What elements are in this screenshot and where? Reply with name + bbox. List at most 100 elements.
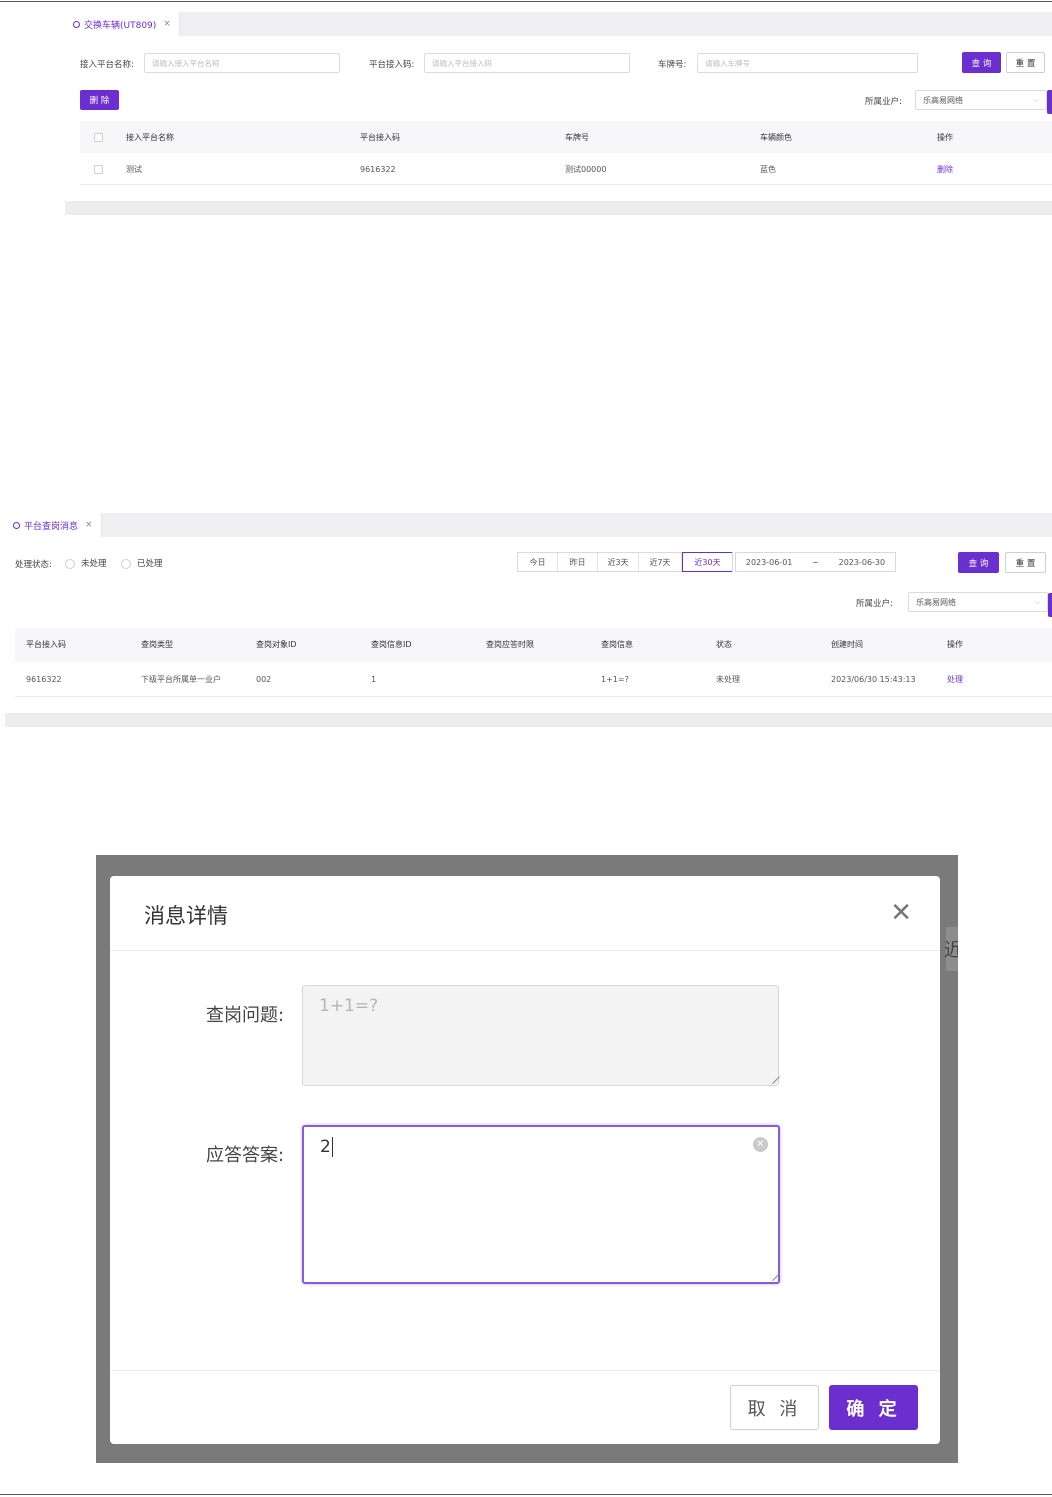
page-bottom-rule: [0, 1494, 1052, 1495]
date-range-tabs: 今日 昨日 近3天 近7天 近30天: [517, 552, 733, 572]
col-actions: 操作: [947, 639, 963, 649]
resize-handle-icon[interactable]: [765, 1069, 780, 1085]
resize-handle-icon[interactable]: [765, 1266, 780, 1282]
col-answer-limit: 查岗应答时限: [486, 639, 534, 649]
owner-label: 所属业户:: [865, 97, 902, 107]
radio-circle: [65, 558, 75, 569]
background-glyph: 近: [944, 939, 958, 961]
question-value: 1+1=?: [319, 996, 379, 1016]
tab-bar: 交换车辆(UT809) ×: [65, 12, 1052, 36]
cell-inspection-info: 1+1=?: [601, 675, 629, 684]
tab-platform-inspection[interactable]: 平台查岗消息 ×: [5, 513, 102, 537]
plate-label: 车牌号:: [658, 60, 687, 70]
col-created-time: 创建时间: [831, 639, 863, 649]
page-top-rule: [0, 1, 1052, 2]
cell-vehicle-color: 蓝色: [760, 164, 776, 174]
answer-label: 应答答案:: [206, 1145, 285, 1166]
answer-textarea[interactable]: 2 ✕: [302, 1125, 780, 1284]
row-delete-link[interactable]: 删除: [937, 153, 953, 185]
close-icon[interactable]: ✕: [890, 898, 912, 928]
range-yesterday[interactable]: 昨日: [558, 553, 598, 571]
question-textarea: 1+1=?: [302, 985, 780, 1086]
row-process-link[interactable]: 处理: [947, 662, 963, 697]
query-button[interactable]: 查 询: [958, 552, 999, 573]
date-range-picker[interactable]: 2023-06-01 ~ 2023-06-30: [735, 552, 896, 572]
owner-select-value: 乐高易网络: [916, 597, 956, 607]
access-code-label: 平台接入码:: [369, 60, 415, 70]
reset-button[interactable]: 重 置: [1006, 52, 1045, 73]
cell-plate: 测试00000: [565, 164, 607, 174]
col-inspection-info: 查岗信息: [601, 639, 633, 649]
owner-select[interactable]: 乐高易网络 ⌵: [915, 90, 1047, 110]
radio-unprocessed[interactable]: 未处理: [65, 557, 107, 569]
tab-label: 平台查岗消息: [24, 521, 79, 532]
text-caret: [331, 1137, 333, 1157]
cell-object-id: 002: [256, 675, 272, 684]
status-label: 处理状态:: [15, 560, 52, 570]
platform-inspection-screen: 平台查岗消息 × 处理状态: 未处理 已处理 今日 昨日 近3天 近7天 近30…: [5, 513, 1052, 728]
delete-button[interactable]: 删 除: [80, 90, 119, 110]
scrollbar-track[interactable]: [65, 201, 1052, 215]
owner-select-value: 乐高易网络: [923, 95, 963, 105]
col-platform-name: 接入平台名称: [126, 132, 174, 142]
date-separator: ~: [812, 557, 819, 567]
col-info-id: 查岗信息ID: [371, 639, 412, 649]
side-tab-handle[interactable]: [1047, 90, 1052, 114]
range-today[interactable]: 今日: [518, 553, 558, 571]
cell-platform-name: 测试: [126, 164, 142, 174]
clear-icon[interactable]: ✕: [753, 1137, 768, 1152]
table-row: 测试 9616322 测试00000 蓝色 删除: [80, 153, 1052, 185]
range-7days[interactable]: 近7天: [639, 553, 682, 571]
reset-button[interactable]: 重 置: [1005, 552, 1046, 573]
owner-select[interactable]: 乐高易网络 ⌵: [908, 592, 1048, 612]
answer-value: 2: [320, 1137, 331, 1157]
query-button[interactable]: 查 询: [962, 52, 1001, 73]
col-access-code: 平台接入码: [360, 132, 400, 142]
cell-inspection-type: 下级平台所属单一业户: [141, 675, 221, 684]
tab-bar: 平台查岗消息 ×: [5, 513, 1052, 537]
vehicle-exchange-screen: 交换车辆(UT809) × 接入平台名称: 请输入接入平台名称 平台接入码: 请…: [65, 12, 1052, 218]
platform-name-input[interactable]: 请输入接入平台名称: [144, 53, 340, 73]
refresh-icon: [13, 521, 20, 529]
row-checkbox[interactable]: [94, 164, 103, 174]
table-row: 9616322 下级平台所属单一业户 002 1 1+1=? 未处理 2023/…: [15, 662, 1052, 697]
range-30days[interactable]: 近30天: [682, 552, 732, 572]
cell-status: 未处理: [716, 675, 740, 684]
col-status: 状态: [716, 639, 732, 649]
range-3days[interactable]: 近3天: [598, 553, 639, 571]
document-page: 交换车辆(UT809) × 接入平台名称: 请输入接入平台名称 平台接入码: 请…: [0, 0, 1052, 1497]
col-object-id: 查岗对象ID: [256, 639, 297, 649]
refresh-icon: [73, 20, 80, 28]
platform-name-label: 接入平台名称:: [80, 60, 134, 70]
message-detail-dialog: 消息详情 ✕ 查岗问题: 1+1=? 应答答案: 2 ✕ 取 消 确 定: [110, 876, 940, 1444]
col-inspection-type: 查岗类型: [141, 639, 173, 649]
confirm-button[interactable]: 确 定: [829, 1385, 918, 1430]
tab-vehicle-exchange[interactable]: 交换车辆(UT809) ×: [65, 12, 180, 36]
cancel-button[interactable]: 取 消: [730, 1385, 819, 1430]
date-to: 2023-06-30: [838, 557, 886, 567]
close-icon[interactable]: ×: [85, 520, 93, 530]
plate-input[interactable]: 请输入车牌号: [697, 53, 918, 73]
side-tab-handle[interactable]: [1048, 593, 1052, 617]
cell-created-time: 2023/06/30 15:43:13: [831, 675, 916, 684]
select-all-checkbox[interactable]: [94, 132, 103, 142]
chevron-down-icon: ⌵: [1033, 95, 1039, 104]
tab-label: 交换车辆(UT809): [84, 20, 157, 31]
access-code-input[interactable]: 请输入平台接入码: [424, 53, 630, 73]
question-label: 查岗问题:: [206, 1005, 285, 1026]
dialog-footer-divider: [110, 1370, 940, 1371]
col-actions: 操作: [937, 132, 953, 142]
col-vehicle-color: 车辆颜色: [760, 132, 792, 142]
col-plate: 车牌号: [565, 132, 589, 142]
table-header: 接入平台名称 平台接入码 车牌号 车辆颜色 操作: [80, 121, 1052, 153]
cell-access-code: 9616322: [360, 164, 396, 174]
dialog-title: 消息详情: [144, 904, 228, 928]
dialog-header-divider: [110, 950, 940, 951]
close-icon[interactable]: ×: [163, 19, 171, 29]
date-from: 2023-06-01: [745, 557, 793, 567]
radio-processed[interactable]: 已处理: [121, 557, 163, 569]
radio-circle: [121, 558, 131, 569]
owner-label: 所属业户:: [856, 599, 893, 609]
chevron-down-icon: ⌵: [1034, 597, 1040, 606]
scrollbar-track[interactable]: [5, 713, 1052, 727]
